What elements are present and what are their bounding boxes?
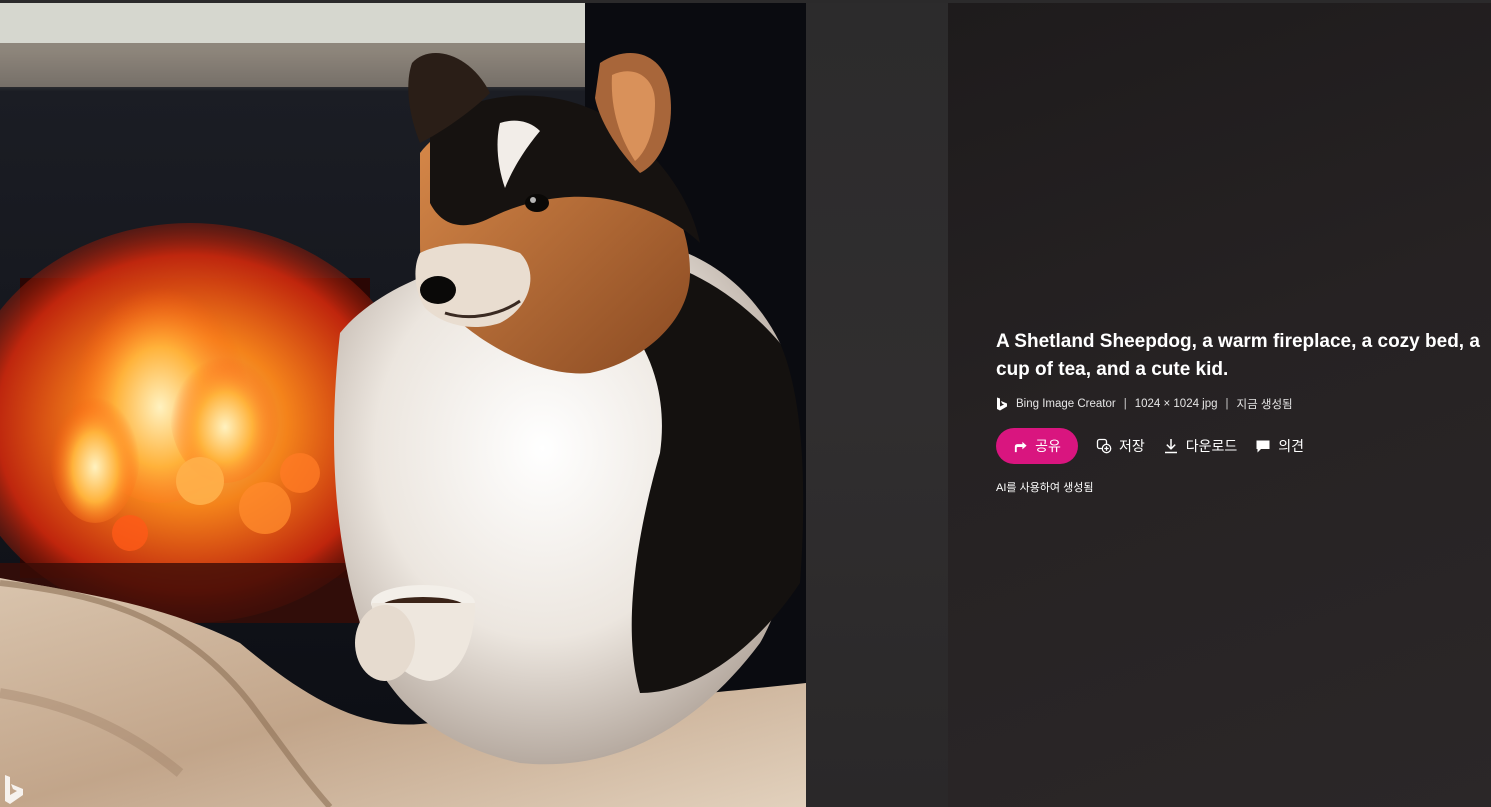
creation-time: 지금 생성됨 [1236, 399, 1293, 411]
collection-add-icon [1096, 438, 1112, 454]
feedback-button[interactable]: 의견 [1255, 436, 1304, 456]
download-icon [1164, 439, 1177, 454]
image-backdrop [806, 3, 948, 807]
image-meta: Bing Image Creator | 1024 × 1024 jpg | 지… [996, 396, 1486, 412]
share-icon [1014, 441, 1027, 452]
save-label: 저장 [1119, 438, 1145, 454]
bing-logo-icon [997, 397, 1007, 411]
download-label: 다운로드 [1185, 438, 1238, 454]
image-dimensions: 1024 × 1024 jpg [1134, 398, 1218, 410]
creator-name: Bing Image Creator [1016, 398, 1116, 410]
save-button[interactable]: 저장 [1096, 436, 1145, 456]
generated-image[interactable] [0, 3, 806, 807]
bing-watermark-icon [5, 775, 23, 804]
comment-icon [1256, 440, 1270, 453]
generated-image-artwork [0, 3, 806, 807]
image-details: A Shetland Sheepdog, a warm fireplace, a… [996, 328, 1486, 495]
image-title: A Shetland Sheepdog, a warm fireplace, a… [996, 331, 1480, 380]
feedback-label: 의견 [1278, 438, 1305, 454]
share-label: 공유 [1035, 438, 1061, 454]
meta-separator: | [1123, 398, 1127, 410]
ai-generated-note: AI를 사용하여 생성됨 [996, 482, 1094, 494]
download-button[interactable]: 다운로드 [1163, 436, 1238, 456]
meta-separator: | [1225, 398, 1229, 410]
share-button[interactable]: 공유 [996, 428, 1078, 464]
action-bar: 공유 저장 다운로드 의견 [996, 428, 1486, 464]
